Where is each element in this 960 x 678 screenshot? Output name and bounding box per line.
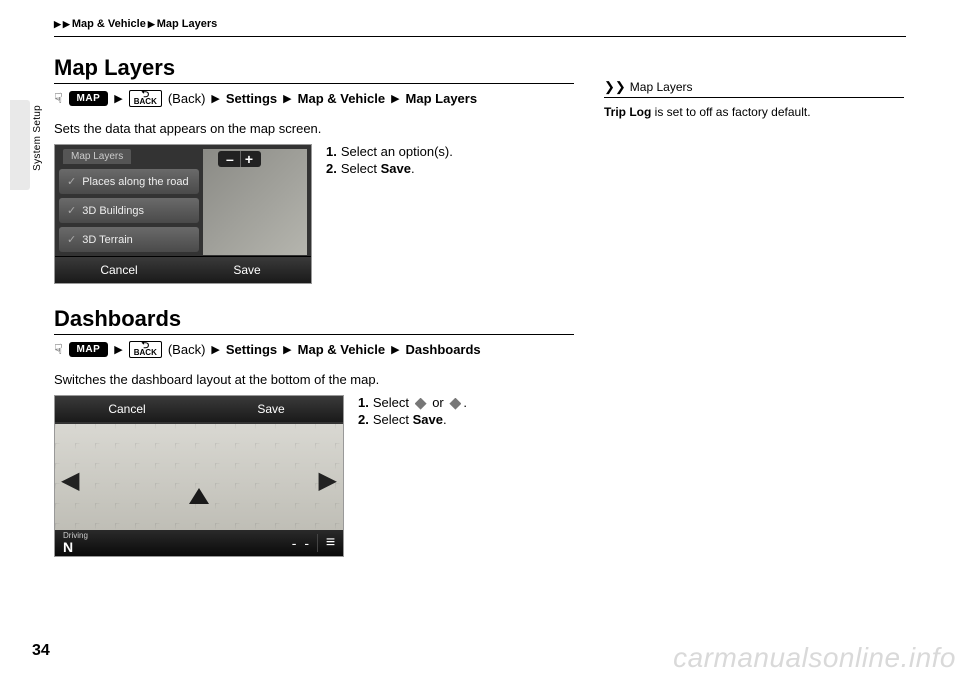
- step-number: 2.: [358, 412, 369, 427]
- path-settings: Settings: [226, 91, 277, 106]
- back-button[interactable]: ⮌ BACK: [129, 90, 162, 107]
- step-number: 1.: [326, 144, 337, 159]
- back-paren: (Back): [168, 342, 206, 357]
- zoom-control[interactable]: – +: [218, 151, 261, 167]
- chevron-right-icon: ▶: [114, 343, 122, 356]
- cancel-button[interactable]: Cancel: [55, 396, 199, 422]
- chevron-right-icon: ▶: [54, 19, 61, 30]
- section-description: Switches the dashboard layout at the bot…: [54, 372, 574, 387]
- watermark: carmanualsonline.info: [673, 642, 956, 674]
- chevron-right-icon: ▶: [148, 19, 155, 30]
- sidebar-note: Trip Log is set to off as factory defaul…: [604, 104, 904, 121]
- vehicle-cursor-icon: [189, 488, 209, 504]
- dash-value: - -: [292, 535, 317, 551]
- screenshot-map-layers: Map Layers – + Places along the road 3D …: [54, 144, 312, 284]
- hand-icon: ☟: [54, 90, 63, 107]
- sidebar-title: Map Layers: [630, 80, 693, 94]
- back-button[interactable]: ⮌ BACK: [129, 341, 162, 358]
- hand-icon: ☟: [54, 341, 63, 358]
- sidebar-heading: ❯❯ Map Layers: [604, 79, 904, 98]
- map-button[interactable]: MAP: [69, 342, 109, 357]
- screenshot-map-area: [55, 424, 343, 530]
- chevron-right-icon: ▶: [63, 19, 70, 30]
- chevron-right-icon: ▶: [211, 343, 219, 356]
- nav-right-icon[interactable]: ▶: [319, 466, 337, 495]
- step-number: 1.: [358, 395, 369, 410]
- steps: 1. Select or . 2. Select Save.: [358, 395, 467, 429]
- section-title-dashboards: Dashboards: [54, 306, 574, 332]
- info-icon: ❯❯: [604, 79, 626, 95]
- back-label: BACK: [134, 348, 157, 357]
- path-leaf: Dashboards: [406, 342, 481, 357]
- map-button[interactable]: MAP: [69, 91, 109, 106]
- layer-item[interactable]: 3D Buildings: [59, 198, 199, 223]
- driving-indicator: Driving N: [55, 532, 96, 555]
- section-label: System Setup: [32, 105, 43, 171]
- back-paren: (Back): [168, 91, 206, 106]
- dashboard-bar: Driving N - - ≡: [55, 530, 343, 556]
- chevron-right-icon: ▶: [391, 343, 399, 356]
- section-title-map-layers: Map Layers: [54, 55, 574, 81]
- step-text: Select an option(s).: [341, 144, 453, 159]
- path-map-vehicle: Map & Vehicle: [298, 91, 385, 106]
- zoom-in-icon[interactable]: +: [240, 151, 257, 167]
- section-description: Sets the data that appears on the map sc…: [54, 121, 574, 136]
- path-map-vehicle: Map & Vehicle: [298, 342, 385, 357]
- divider: [54, 83, 574, 84]
- layer-item[interactable]: Places along the road: [59, 169, 199, 194]
- nav-path: ☟ MAP ▶ ⮌ BACK (Back) ▶ Settings ▶ Map &…: [54, 90, 574, 107]
- nav-left-icon: [415, 398, 427, 410]
- screenshot-dashboards: Cancel Save ◀ ▶ Driving N - - ≡: [54, 395, 344, 557]
- path-leaf: Map Layers: [406, 91, 478, 106]
- breadcrumb: ▶ ▶ Map & Vehicle ▶ Map Layers: [54, 18, 906, 30]
- nav-left-icon[interactable]: ◀: [61, 466, 79, 495]
- back-label: BACK: [134, 97, 157, 106]
- chevron-right-icon: ▶: [283, 92, 291, 105]
- save-button[interactable]: Save: [183, 256, 311, 283]
- step-text: Select Save.: [341, 161, 415, 176]
- divider: [54, 334, 574, 335]
- chevron-right-icon: ▶: [283, 343, 291, 356]
- step-number: 2.: [326, 161, 337, 176]
- side-tab: [10, 100, 30, 190]
- divider: [54, 36, 906, 37]
- chevron-right-icon: ▶: [391, 92, 399, 105]
- chevron-right-icon: ▶: [211, 92, 219, 105]
- steps: 1. Select an option(s). 2. Select Save.: [326, 144, 453, 178]
- breadcrumb-item: Map Layers: [157, 18, 218, 30]
- menu-icon[interactable]: ≡: [317, 534, 343, 552]
- nav-path: ☟ MAP ▶ ⮌ BACK (Back) ▶ Settings ▶ Map &…: [54, 341, 574, 358]
- layer-list: Places along the road 3D Buildings 3D Te…: [59, 169, 199, 256]
- nav-right-icon: [449, 398, 461, 410]
- zoom-out-icon[interactable]: –: [222, 151, 238, 167]
- screenshot-tab: Map Layers: [63, 149, 131, 164]
- save-button[interactable]: Save: [199, 396, 343, 422]
- path-settings: Settings: [226, 342, 277, 357]
- chevron-right-icon: ▶: [114, 92, 122, 105]
- step-text: Select Save.: [373, 412, 447, 427]
- breadcrumb-item: Map & Vehicle: [72, 18, 146, 30]
- page-number: 34: [32, 642, 50, 660]
- step-text: Select or .: [373, 395, 467, 410]
- cancel-button[interactable]: Cancel: [55, 256, 183, 283]
- layer-item[interactable]: 3D Terrain: [59, 227, 199, 252]
